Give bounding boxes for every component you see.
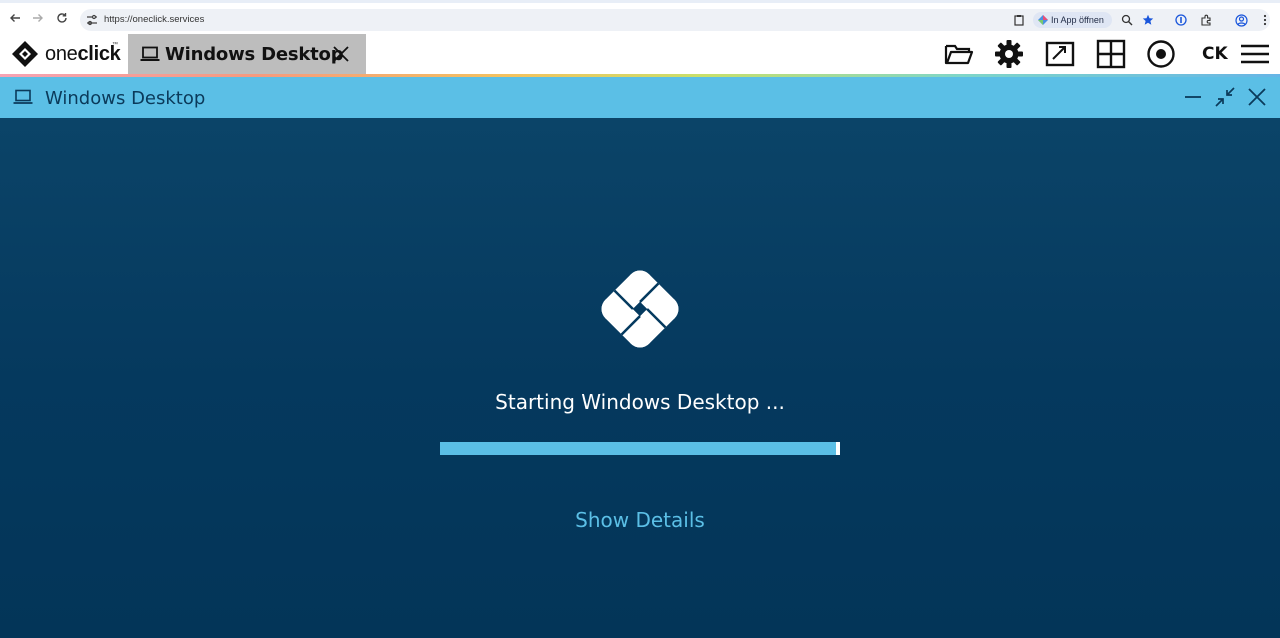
clipboard-icon[interactable]: [1012, 13, 1026, 27]
tab-windows-desktop[interactable]: Windows Desktop: [128, 34, 366, 74]
settings-gear-icon[interactable]: [994, 39, 1024, 69]
oneclick-large-logo-icon: [601, 270, 679, 348]
browser-toolbar: https://oneclick.services In App öffnen: [0, 0, 1280, 34]
open-in-app-label: In App öffnen: [1051, 15, 1104, 25]
minimize-icon[interactable]: [1182, 86, 1204, 108]
resize-window-icon[interactable]: [1045, 39, 1075, 69]
window-title: Windows Desktop: [45, 88, 206, 109]
browser-menu-icon[interactable]: [1258, 13, 1272, 27]
restore-collapse-icon[interactable]: [1214, 86, 1236, 108]
tab-close-icon[interactable]: [332, 45, 350, 63]
progress-bar: [440, 442, 840, 455]
open-in-app-button[interactable]: In App öffnen: [1033, 12, 1112, 28]
window-laptop-icon: [13, 89, 33, 104]
desktop-loading-area: Starting Windows Desktop ... Show Detail…: [0, 118, 1280, 638]
progress-bar-fill: [440, 442, 836, 455]
record-icon[interactable]: [1146, 39, 1176, 69]
zoom-icon[interactable]: [1120, 13, 1134, 27]
reload-icon[interactable]: [52, 8, 72, 28]
site-settings-icon[interactable]: [85, 13, 99, 27]
loading-status-text: Starting Windows Desktop ...: [495, 390, 785, 414]
grid-layout-icon[interactable]: [1096, 39, 1126, 69]
oneclick-logo-icon[interactable]: [11, 40, 39, 68]
password-manager-icon[interactable]: [1174, 13, 1188, 27]
open-in-app-icon: [1038, 15, 1048, 25]
url-text[interactable]: https://oneclick.services: [104, 14, 204, 25]
laptop-icon: [140, 46, 160, 61]
logo-trademark: ™: [112, 42, 118, 48]
user-initials[interactable]: CK: [1202, 44, 1228, 64]
window-title-bar: Windows Desktop: [0, 77, 1280, 118]
profile-icon[interactable]: [1234, 13, 1248, 27]
extensions-icon[interactable]: [1199, 13, 1213, 27]
hamburger-menu-icon[interactable]: [1240, 39, 1270, 69]
back-arrow-icon[interactable]: [5, 8, 25, 28]
forward-arrow-icon[interactable]: [28, 8, 48, 28]
tab-label: Windows Desktop: [165, 44, 344, 65]
bookmark-star-icon[interactable]: [1141, 13, 1155, 27]
oneclick-logo-text: oneclick: [45, 43, 121, 65]
show-details-link[interactable]: Show Details: [0, 508, 1280, 532]
window-close-icon[interactable]: [1246, 86, 1268, 108]
folder-open-icon[interactable]: [944, 39, 974, 69]
